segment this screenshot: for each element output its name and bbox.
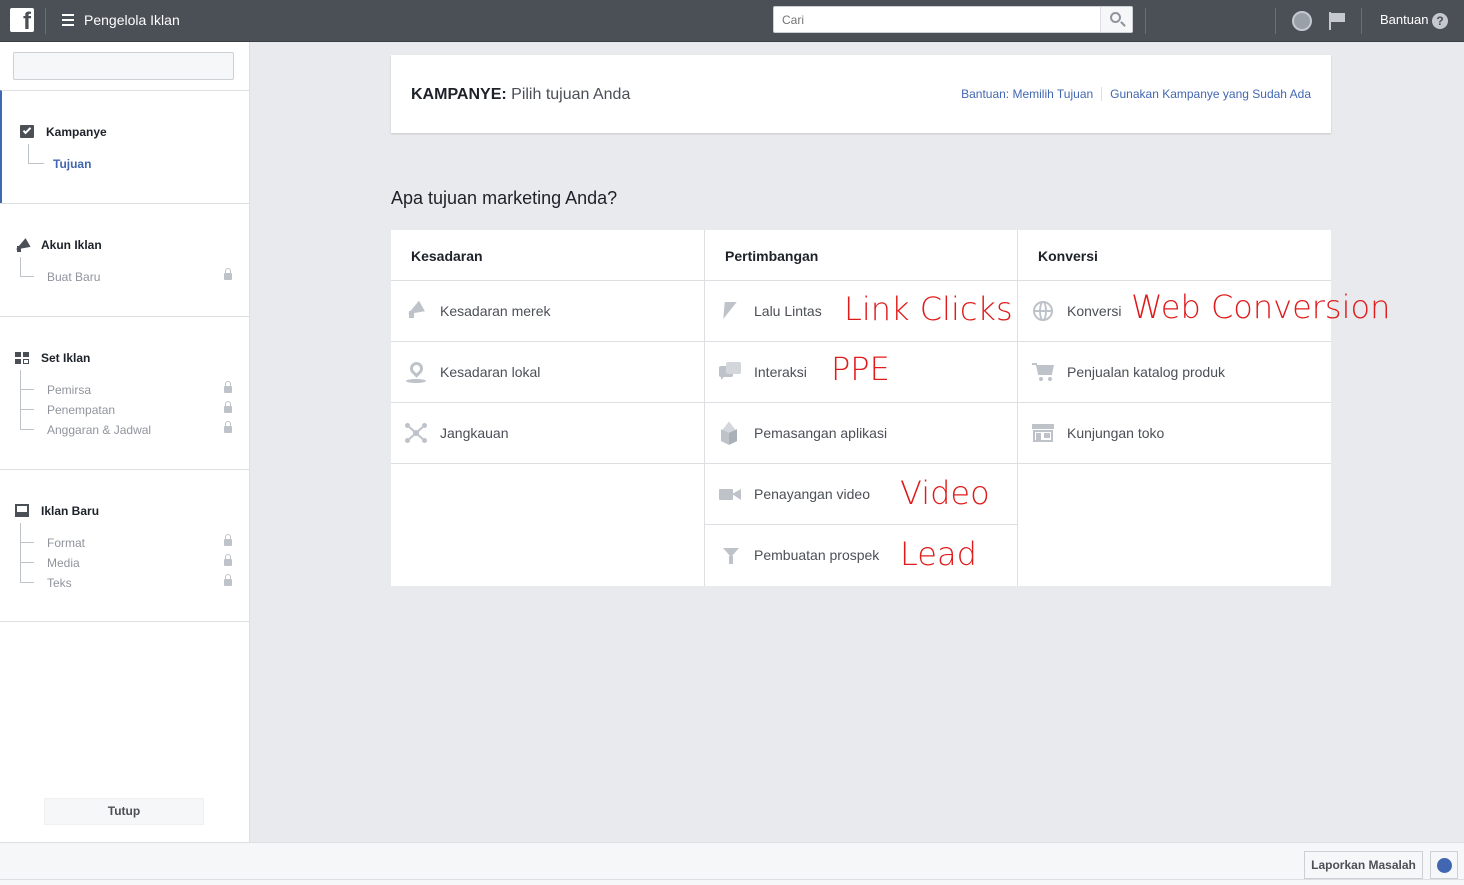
lock-icon — [224, 268, 232, 281]
divider — [1361, 8, 1362, 34]
search-button[interactable] — [1100, 7, 1132, 32]
sidebar-section-campaign: Kampanye Tujuan — [0, 90, 250, 203]
shopping-cart-icon — [1032, 362, 1054, 382]
facebook-logo-icon[interactable]: f — [10, 8, 34, 34]
box-icon — [719, 421, 741, 445]
globe-icon[interactable] — [1292, 11, 1312, 31]
sidebar-section-title[interactable]: Set Iklan — [15, 351, 90, 365]
language-globe-button[interactable] — [1430, 851, 1458, 879]
page-title: KAMPANYE: Pilih tujuan Anda — [411, 86, 631, 103]
search-icon — [1110, 12, 1121, 23]
checkbox-icon — [20, 125, 36, 139]
grid-icon — [15, 351, 31, 365]
divider — [45, 8, 46, 34]
help-choose-objective-link[interactable]: Bantuan: Memilih Tujuan — [953, 87, 1101, 101]
annotation-label: Lead — [900, 535, 977, 573]
video-camera-icon — [719, 484, 741, 504]
objective-conversions[interactable]: Konversi Web Conversion — [1018, 281, 1390, 342]
sidebar-search-input[interactable] — [14, 53, 233, 79]
use-existing-campaign-link[interactable]: Gunakan Kampanye yang Sudah Ada — [1101, 87, 1311, 101]
marketing-objective-question: Apa tujuan marketing Anda? — [391, 188, 618, 208]
sidebar-section-title[interactable]: Iklan Baru — [15, 504, 99, 518]
footer: Laporkan Masalah — [0, 842, 1464, 885]
app-title[interactable]: Pengelola Iklan — [84, 12, 180, 28]
divider — [0, 879, 1464, 880]
annotation-label: Link Clicks — [844, 290, 1013, 328]
flag-icon[interactable] — [1328, 12, 1346, 30]
sidebar: Kampanye Tujuan Akun Iklan Buat Baru Set… — [0, 42, 250, 842]
objective-video-views[interactable]: Penayangan video Video — [705, 464, 1017, 525]
sidebar-search[interactable] — [13, 52, 234, 80]
chat-bubbles-icon — [719, 362, 741, 382]
objective-app-installs[interactable]: Pemasangan aplikasi — [705, 403, 1017, 464]
objective-column-consideration: Pertimbangan Lalu Lintas Link Clicks Int… — [704, 230, 1017, 586]
sidebar-section-new-ad: Iklan Baru Format Media Teks — [0, 469, 250, 622]
globe-icon — [1032, 301, 1054, 321]
header-links: Bantuan: Memilih Tujuan Gunakan Kampanye… — [953, 87, 1311, 101]
sidebar-section-title[interactable]: Akun Iklan — [13, 238, 102, 254]
search-input[interactable] — [774, 7, 1100, 32]
sidebar-section-ad-set: Set Iklan Pemirsa Penempatan Anggaran & … — [0, 316, 250, 469]
megaphone-icon — [405, 300, 427, 321]
reach-icon — [405, 423, 427, 443]
column-heading: Kesadaran — [391, 230, 704, 281]
objective-lead-generation[interactable]: Pembuatan prospek Lead — [705, 525, 1017, 586]
lock-icon — [224, 421, 232, 434]
help-link[interactable]: Bantuan — [1380, 12, 1428, 27]
objective-column-awareness: Kesadaran Kesadaran merek Kesadaran loka… — [391, 230, 704, 586]
report-problem-button[interactable]: Laporkan Masalah — [1304, 851, 1423, 879]
funnel-icon — [719, 545, 741, 565]
map-pin-icon — [405, 359, 427, 383]
help-icon[interactable]: ? — [1432, 13, 1448, 29]
menu-icon[interactable] — [62, 14, 74, 26]
lock-icon — [224, 574, 232, 587]
sidebar-section-ad-account: Akun Iklan Buat Baru — [0, 203, 250, 316]
cursor-icon — [719, 301, 741, 321]
megaphone-icon — [13, 238, 31, 254]
campaign-header: KAMPANYE: Pilih tujuan Anda Bantuan: Mem… — [391, 55, 1331, 133]
objective-brand-awareness[interactable]: Kesadaran merek — [391, 281, 704, 342]
objective-local-awareness[interactable]: Kesadaran lokal — [391, 342, 704, 403]
annotation-label: Video — [900, 474, 990, 512]
ad-preview-icon — [15, 504, 31, 518]
sidebar-section-title[interactable]: Kampanye — [20, 125, 107, 139]
column-heading: Pertimbangan — [705, 230, 1017, 281]
top-bar: f Pengelola Iklan Bantuan ? — [0, 0, 1464, 42]
store-icon — [1032, 423, 1054, 443]
lock-icon — [224, 554, 232, 567]
close-button[interactable]: Tutup — [44, 798, 204, 825]
column-heading: Konversi — [1018, 230, 1331, 281]
objective-traffic[interactable]: Lalu Lintas Link Clicks — [705, 281, 1017, 342]
objective-store-visits[interactable]: Kunjungan toko — [1018, 403, 1331, 464]
search-box — [773, 6, 1133, 33]
divider — [1275, 8, 1276, 34]
objective-column-conversion: Konversi Konversi Web Conversion Penjual… — [1017, 230, 1390, 586]
lock-icon — [224, 401, 232, 414]
globe-icon — [1437, 858, 1452, 873]
objective-grid: Kesadaran Kesadaran merek Kesadaran loka… — [391, 230, 1390, 586]
objective-reach[interactable]: Jangkauan — [391, 403, 704, 464]
lock-icon — [224, 534, 232, 547]
annotation-label: Web Conversion — [1131, 288, 1391, 326]
annotation-label: PPE — [831, 350, 890, 388]
divider — [1145, 8, 1146, 34]
objective-engagement[interactable]: Interaksi PPE — [705, 342, 1017, 403]
lock-icon — [224, 381, 232, 394]
objective-catalog-sales[interactable]: Penjualan katalog produk — [1018, 342, 1331, 403]
